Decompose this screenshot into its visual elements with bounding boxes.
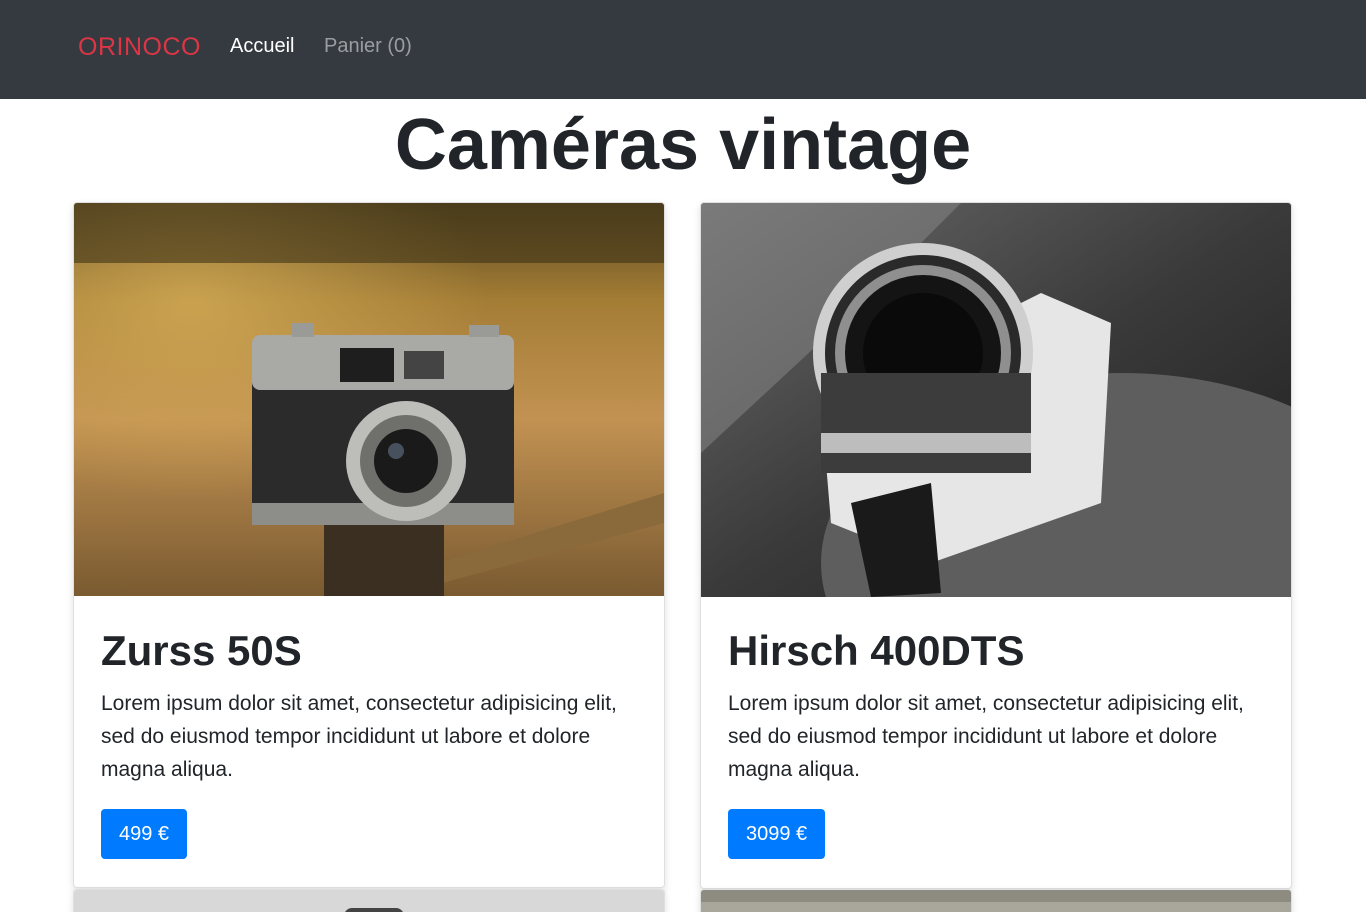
product-name: Hirsch 400DTS <box>728 627 1025 674</box>
product-image[interactable] <box>701 203 1291 597</box>
product-card[interactable]: Hirsch 400DTS Lorem ipsum dolor sit amet… <box>700 202 1292 889</box>
product-card[interactable] <box>73 889 665 912</box>
product-image[interactable] <box>701 890 1291 912</box>
product-description: Lorem ipsum dolor sit amet, consectetur … <box>101 692 617 781</box>
product-description: Lorem ipsum dolor sit amet, consectetur … <box>728 692 1244 781</box>
price-button[interactable]: 3099 € <box>728 809 826 859</box>
nav-link-home[interactable]: Accueil <box>230 35 294 58</box>
page-title: Caméras vintage <box>394 105 972 185</box>
product-image[interactable] <box>74 203 664 596</box>
product-image[interactable] <box>74 890 664 912</box>
product-card[interactable]: Zurss 50S Lorem ipsum dolor sit amet, co… <box>73 202 665 888</box>
product-card[interactable] <box>700 889 1292 912</box>
nav-link-cart[interactable]: Panier (0) <box>324 35 412 58</box>
price-button[interactable]: 499 € <box>101 809 188 859</box>
product-name: Zurss 50S <box>101 627 302 674</box>
top-navbar: ORINOCO Accueil Panier (0) <box>0 0 1366 99</box>
brand-logo-link[interactable]: ORINOCO <box>78 33 201 62</box>
